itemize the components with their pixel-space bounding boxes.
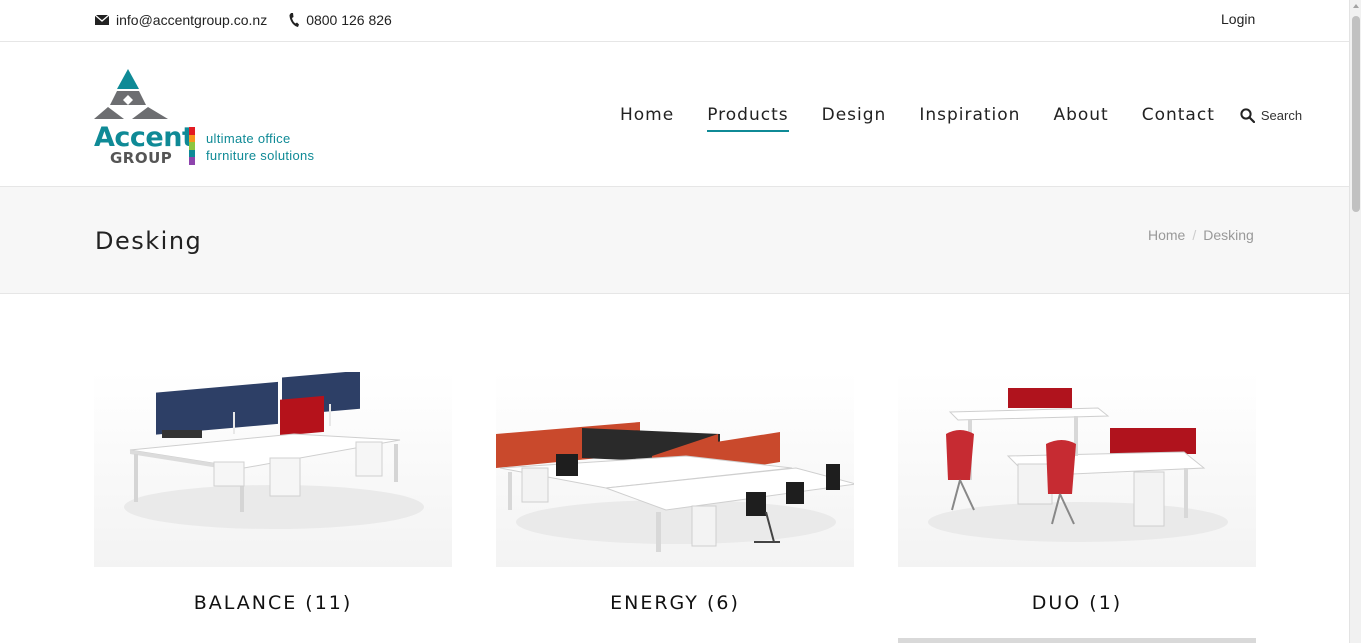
product-card-energy[interactable]: ENERGY (6): [496, 372, 854, 614]
search-label: Search: [1260, 107, 1303, 123]
page-scrollbar[interactable]: [1349, 0, 1361, 643]
top-bar: info@accentgroup.co.nz 0800 126 826 Logi…: [0, 0, 1349, 42]
logo-color-bars: [189, 127, 195, 165]
desk-image-icon: [928, 388, 1228, 542]
nav-products[interactable]: Products: [707, 105, 790, 132]
product-image-energy[interactable]: [496, 372, 854, 567]
site-header: Accent GROUP ultimate office furniture s…: [0, 42, 1349, 187]
email-text[interactable]: info@accentgroup.co.nz: [116, 12, 267, 28]
scroll-up-icon[interactable]: [1353, 4, 1359, 8]
accent-group-logo[interactable]: Accent GROUP ultimate office furniture s…: [94, 69, 324, 169]
page-title: Desking: [95, 227, 203, 255]
breadcrumb: Home / Desking: [1148, 227, 1254, 243]
desk-image-icon: [124, 372, 424, 529]
breadcrumb-current: Desking: [1203, 227, 1254, 243]
product-image-balance[interactable]: [94, 372, 452, 567]
logo-word-group: GROUP: [110, 149, 173, 167]
phone-text[interactable]: 0800 126 826: [306, 12, 392, 28]
product-label-balance[interactable]: BALANCE (11): [94, 592, 452, 614]
nav-home[interactable]: Home: [620, 105, 674, 130]
product-hover-bar: [898, 638, 1256, 643]
breadcrumb-home[interactable]: Home: [1148, 227, 1185, 243]
product-label-energy[interactable]: ENERGY (6): [496, 592, 854, 614]
product-card-duo[interactable]: DUO (1): [898, 372, 1256, 643]
phone-icon: [289, 13, 300, 27]
nav-inspiration[interactable]: Inspiration: [919, 105, 1020, 130]
nav-about[interactable]: About: [1053, 105, 1108, 130]
breadcrumb-separator: /: [1192, 227, 1197, 243]
logo-mark-icon: [94, 69, 168, 119]
product-label-duo[interactable]: DUO (1): [898, 592, 1256, 614]
phone-link[interactable]: 0800 126 826: [289, 12, 392, 28]
scrollbar-thumb[interactable]: [1352, 16, 1360, 212]
nav-contact[interactable]: Contact: [1142, 105, 1215, 130]
logo-tagline: ultimate office furniture solutions: [206, 130, 314, 164]
main-nav: Home Products Design Inspiration About C…: [620, 105, 1302, 132]
product-image-duo[interactable]: [898, 372, 1256, 567]
desk-image-icon: [496, 422, 854, 552]
tagline-line-1: ultimate office: [206, 131, 291, 146]
login-link[interactable]: Login: [1221, 11, 1255, 27]
page-title-bar: Desking Home / Desking: [0, 187, 1349, 294]
search-button[interactable]: Search: [1240, 108, 1302, 128]
email-link[interactable]: info@accentgroup.co.nz: [95, 12, 267, 28]
product-card-balance[interactable]: BALANCE (11): [94, 372, 452, 614]
envelope-icon: [95, 15, 109, 25]
tagline-line-2: furniture solutions: [206, 148, 315, 163]
search-icon: [1240, 107, 1255, 123]
nav-design[interactable]: Design: [822, 105, 887, 130]
contact-info: info@accentgroup.co.nz 0800 126 826: [95, 12, 414, 28]
